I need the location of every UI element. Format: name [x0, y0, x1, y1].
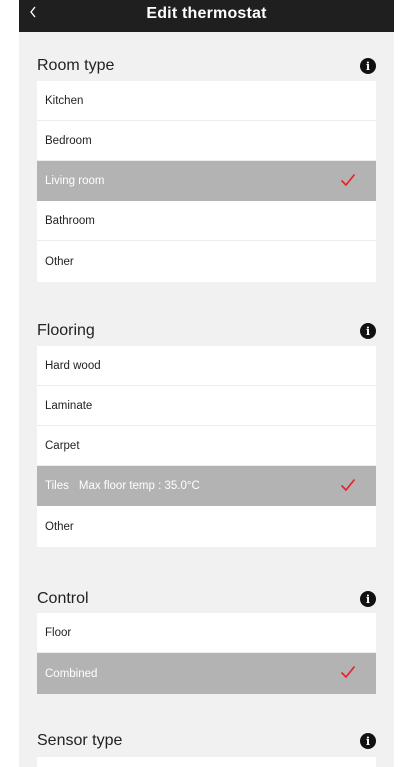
section-title: Sensor type: [37, 732, 123, 749]
list-item[interactable]: Bedroom: [37, 121, 376, 161]
list-item[interactable]: Bathroom: [37, 201, 376, 241]
max-floor-temp-label: Max floor temp : 35.0°C: [78, 479, 200, 492]
check-icon: [340, 173, 356, 187]
room-type-header: Room type i: [37, 52, 376, 80]
item-label: Living room: [45, 174, 105, 187]
room-type-list: Kitchen Bedroom Living room Bathroom Oth…: [37, 81, 376, 282]
list-item[interactable]: Laminate: [37, 386, 376, 426]
item-label: Combined: [45, 667, 98, 680]
item-label: Floor: [45, 626, 72, 639]
section-title: Control: [37, 590, 89, 607]
list-item[interactable]: Other: [37, 241, 376, 282]
section-title: Flooring: [37, 322, 95, 339]
list-item-selected[interactable]: Tiles Max floor temp : 35.0°C: [37, 466, 376, 506]
item-label: Laminate: [45, 399, 93, 412]
control-header: Control i: [37, 585, 376, 613]
list-item[interactable]: Other: [37, 506, 376, 547]
item-label: Tiles: [45, 479, 69, 492]
item-label: Carpet: [45, 439, 80, 452]
sensor-type-header: Sensor type i: [37, 727, 376, 755]
list-item-selected[interactable]: Combined: [37, 653, 376, 694]
item-label: Other: [45, 520, 74, 533]
info-icon[interactable]: i: [360, 323, 376, 339]
item-label: Bathroom: [45, 214, 95, 227]
flooring-header: Flooring i: [37, 317, 376, 345]
check-icon: [340, 665, 356, 679]
item-label: Bedroom: [45, 134, 92, 147]
list-item[interactable]: Hard wood: [37, 346, 376, 386]
info-icon[interactable]: i: [360, 733, 376, 749]
list-item-selected[interactable]: Living room: [37, 161, 376, 201]
flooring-list: Hard wood Laminate Carpet Tiles Max floo…: [37, 346, 376, 547]
page-title: Edit thermostat: [146, 5, 267, 22]
item-label: Hard wood: [45, 359, 101, 372]
check-icon: [340, 478, 356, 492]
nav-bar: Edit thermostat: [19, 0, 394, 32]
item-label: Other: [45, 255, 74, 268]
list-item[interactable]: Carpet: [37, 426, 376, 466]
section-title: Room type: [37, 57, 115, 74]
list-item[interactable]: Floor: [37, 613, 376, 653]
list-item[interactable]: Kitchen: [37, 81, 376, 121]
control-list: Floor Combined: [37, 613, 376, 694]
sensor-type-list: [37, 757, 376, 767]
item-label: Kitchen: [45, 94, 84, 107]
edit-thermostat-screen: Edit thermostat Room type i Kitchen Bedr…: [19, 0, 394, 767]
info-icon[interactable]: i: [360, 591, 376, 607]
info-icon[interactable]: i: [360, 58, 376, 74]
